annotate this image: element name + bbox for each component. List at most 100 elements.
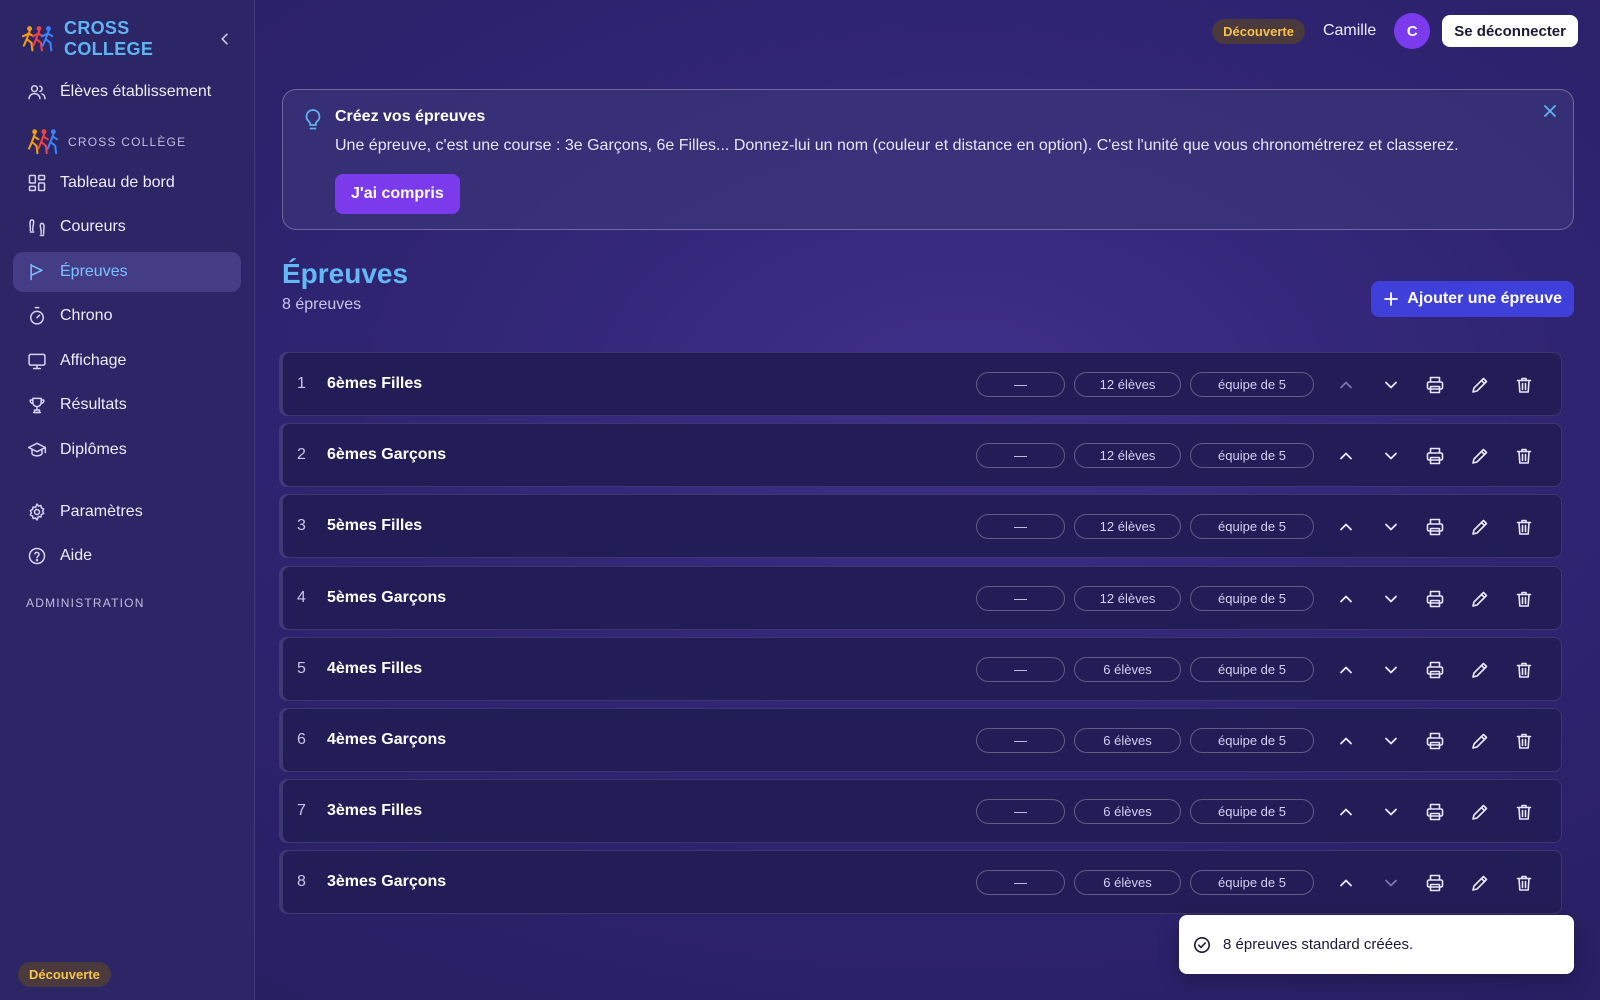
nav-item-chrono[interactable]: Chrono — [13, 296, 241, 336]
edit-button[interactable] — [1458, 729, 1503, 753]
nav-item-coureurs[interactable]: Coureurs — [13, 207, 241, 247]
delete-button[interactable] — [1502, 800, 1547, 824]
race-name: 5èmes Garçons — [327, 588, 447, 606]
move-down-button[interactable] — [1369, 444, 1414, 468]
move-down-button[interactable] — [1369, 729, 1414, 753]
nav-label: Résultats — [60, 396, 127, 413]
print-button[interactable] — [1413, 515, 1458, 539]
edit-button[interactable] — [1458, 871, 1503, 895]
race-students-pill: 12 élèves — [1074, 514, 1181, 540]
nav-item-tableau-de-bord[interactable]: Tableau de bord — [13, 163, 241, 203]
race-index: 7 — [297, 802, 306, 820]
edit-button[interactable] — [1458, 658, 1503, 682]
race-actions — [1324, 729, 1547, 753]
trash-icon — [1516, 804, 1532, 820]
nav-item-parametres[interactable]: Paramètres — [13, 492, 241, 532]
move-up-button[interactable] — [1324, 373, 1369, 397]
tip-banner: Créez vos épreuves Une épreuve, c'est un… — [282, 89, 1574, 230]
print-button[interactable] — [1413, 444, 1458, 468]
race-actions — [1324, 658, 1547, 682]
race-students-pill: 6 élèves — [1074, 799, 1181, 825]
race-team-pill: équipe de 5 — [1190, 656, 1314, 682]
close-tip-button[interactable] — [1541, 102, 1559, 120]
pencil-icon — [1471, 520, 1488, 536]
pencil-icon — [1471, 377, 1488, 393]
move-up-button[interactable] — [1324, 871, 1369, 895]
move-down-button[interactable] — [1369, 658, 1414, 682]
race-row: 1 6èmes Filles — 12 élèves équipe de 5 — [282, 352, 1562, 416]
print-button[interactable] — [1413, 729, 1458, 753]
tip-acknowledge-button[interactable]: J'ai compris — [335, 174, 460, 214]
pencil-icon — [1471, 591, 1488, 607]
move-up-button[interactable] — [1324, 729, 1369, 753]
race-team-pill: équipe de 5 — [1190, 728, 1314, 753]
close-icon — [1544, 105, 1556, 117]
move-down-button[interactable] — [1369, 515, 1414, 539]
printer-icon — [1426, 875, 1444, 892]
delete-button[interactable] — [1502, 515, 1547, 539]
move-up-button[interactable] — [1324, 658, 1369, 682]
delete-button[interactable] — [1502, 587, 1547, 611]
edit-button[interactable] — [1458, 373, 1503, 397]
nav-item-affichage[interactable]: Affichage — [13, 341, 241, 381]
race-row: 2 6èmes Garçons — 12 élèves équipe de 5 — [282, 423, 1562, 488]
move-up-button[interactable] — [1324, 587, 1369, 611]
footprints-icon — [29, 219, 45, 237]
delete-button[interactable] — [1502, 658, 1547, 682]
add-race-button[interactable]: Ajouter une épreuve — [1371, 281, 1574, 317]
move-down-button[interactable] — [1369, 800, 1414, 824]
nav-item-aide[interactable]: Aide — [13, 536, 241, 576]
move-up-button[interactable] — [1324, 444, 1369, 468]
race-pills: — 6 élèves équipe de 5 — [976, 870, 1314, 896]
print-button[interactable] — [1413, 871, 1458, 895]
delete-button[interactable] — [1502, 373, 1547, 397]
race-pills: — 6 élèves équipe de 5 — [976, 799, 1314, 825]
trophy-icon — [29, 397, 45, 414]
race-students-pill: 12 élèves — [1074, 372, 1181, 397]
nav-item-diplomes[interactable]: Diplômes — [13, 430, 241, 470]
printer-icon — [1426, 447, 1444, 465]
race-actions — [1324, 800, 1547, 824]
nav-item-eleves-etablissement[interactable]: Élèves établissement — [13, 72, 241, 112]
move-down-button[interactable] — [1369, 871, 1414, 895]
race-pills: — 12 élèves équipe de 5 — [976, 372, 1314, 397]
move-up-button[interactable] — [1324, 515, 1369, 539]
printer-icon — [1426, 519, 1444, 536]
help-circle-icon — [28, 547, 46, 565]
race-color-pill: — — [976, 514, 1065, 540]
chevron-up-icon — [1340, 737, 1353, 745]
delete-button[interactable] — [1502, 444, 1547, 468]
race-index: 2 — [297, 446, 306, 464]
edit-button[interactable] — [1458, 444, 1503, 468]
monitor-icon — [28, 353, 46, 370]
edit-button[interactable] — [1458, 587, 1503, 611]
chevron-down-icon — [1384, 381, 1397, 389]
race-color-pill: — — [976, 443, 1065, 469]
edit-button[interactable] — [1458, 515, 1503, 539]
trash-icon — [1516, 662, 1532, 678]
page-title: Épreuves — [282, 258, 409, 289]
collapse-sidebar-button[interactable] — [215, 29, 234, 49]
race-name: 3èmes Garçons — [327, 873, 447, 891]
avatar[interactable]: C — [1394, 13, 1431, 49]
delete-button[interactable] — [1502, 871, 1547, 895]
trash-icon — [1516, 520, 1532, 536]
delete-button[interactable] — [1502, 729, 1547, 753]
logout-button[interactable]: Se déconnecter — [1442, 15, 1578, 47]
race-students-pill: 6 élèves — [1074, 728, 1181, 753]
edit-button[interactable] — [1458, 800, 1503, 824]
race-team-pill: équipe de 5 — [1190, 585, 1314, 611]
topbar: Découverte Camille C Se déconnecter — [1212, 13, 1578, 49]
print-button[interactable] — [1413, 373, 1458, 397]
print-button[interactable] — [1413, 658, 1458, 682]
nav-item-resultats[interactable]: Résultats — [13, 385, 241, 425]
print-button[interactable] — [1413, 800, 1458, 824]
toast-notification: 8 épreuves standard créées. — [1179, 915, 1574, 974]
print-button[interactable] — [1413, 587, 1458, 611]
move-down-button[interactable] — [1369, 373, 1414, 397]
nav-item-epreuves[interactable]: Épreuves — [13, 252, 241, 292]
chevron-down-icon — [1384, 879, 1397, 887]
move-up-button[interactable] — [1324, 800, 1369, 824]
race-row: 8 3èmes Garçons — 6 élèves équipe de 5 — [282, 850, 1562, 915]
move-down-button[interactable] — [1369, 587, 1414, 611]
